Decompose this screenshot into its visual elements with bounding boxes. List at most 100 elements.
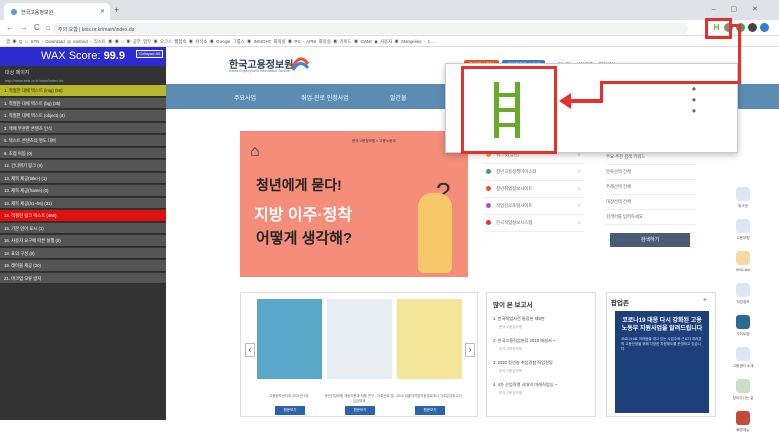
gnb-item[interactable]: 취업·진로 인정사업 xyxy=(301,93,349,102)
service-item[interactable]: 청년고용정책마이스터 ≡ xyxy=(484,164,584,181)
tab-title: 한국고용정보원 xyxy=(21,10,54,16)
book-cover[interactable] xyxy=(327,299,392,379)
quick-item[interactable]: 빠른메뉴 xyxy=(724,411,762,443)
report-item[interactable]: 4. 4차 산업혁명 시대의 미래직업능 ~ xyxy=(493,382,589,388)
report-item[interactable]: 2. 한국고용직업분류 2018 해설서 ~ xyxy=(493,338,589,344)
quick-item[interactable]: 고용센터 소개 xyxy=(724,347,762,379)
wax-item[interactable]: 15. 기본 언어 표시 (1) xyxy=(0,222,166,234)
report-item[interactable]: 1. 한국직업사전 통합본 제5판 xyxy=(493,316,589,322)
report-source: 한국고용정보원 xyxy=(499,391,523,395)
profile-avatar-icon[interactable] xyxy=(760,23,769,32)
wax-item[interactable]: 1. 적절한 대체 텍스트 (bg) (35) xyxy=(0,97,166,109)
wax-item[interactable]: 1. 적절한 대체 텍스트 (img) (56) xyxy=(0,85,166,97)
book-cover[interactable] xyxy=(257,299,322,379)
quick-item[interactable]: 사이트맵 xyxy=(724,315,762,347)
browser-tab[interactable]: 한국고용정보원 ✕ xyxy=(4,3,110,20)
banner-tag: 한국고용정보원 × 고용노동부 xyxy=(352,139,396,143)
search-row[interactable]: 검색어를 입력하세요 xyxy=(606,210,696,225)
browser-tab-bar: 한국고용정보원 ✕ + –▢✕ xyxy=(0,0,779,20)
view-original-button[interactable]: 원문보기 xyxy=(345,406,375,415)
view-original-button[interactable]: 원문보기 xyxy=(275,406,305,415)
book-caption: 고용정보센터의 2021년 6호 xyxy=(269,394,309,398)
arrow-segment xyxy=(570,99,603,103)
view-original-button[interactable]: 원문보기 xyxy=(415,406,445,415)
quick-label: 찾아오시는 길 xyxy=(732,396,754,400)
reports-title: 많이 본 보고서 xyxy=(493,302,533,309)
popup-text: 코로나19로 어려움을 겪고 있는 사업주와 근로자 여러분의 고용안정을 위해… xyxy=(621,337,702,351)
wax-item[interactable]: 3. 색에 무관한 콘텐츠 인식 xyxy=(0,122,166,134)
more-options-icon[interactable]: • • • xyxy=(690,83,698,117)
service-item[interactable]: 직업진로포털사이트 ≡ xyxy=(484,198,584,215)
extension-icon[interactable] xyxy=(748,23,757,32)
report-source: 한국고용정보원 xyxy=(499,325,523,329)
arrow-head-icon xyxy=(559,93,571,109)
wax-collapse-button[interactable]: Collapse All xyxy=(136,50,163,58)
quick-item[interactable]: 워크넷 xyxy=(724,187,762,219)
window-controls[interactable]: –▢✕ xyxy=(712,5,773,13)
wax-panel: WAX Score: 99.9 Collapse All 대상 페이지 http… xyxy=(0,47,166,420)
wax-item[interactable]: 13. 제목 제공(title>) (1) xyxy=(0,172,166,184)
report-item[interactable]: 3. 2020 청년층 취업경험 직업전망 xyxy=(493,360,589,366)
service-icon xyxy=(486,220,491,225)
gnb-item[interactable]: 발간물 xyxy=(390,93,407,102)
wax-item[interactable]: 12. 건너뛰기 링크 (0) xyxy=(0,160,166,172)
wax-item[interactable]: 16. 사용자 요구에 따른 실행 (0) xyxy=(0,235,166,247)
wax-score-value: 99.9 xyxy=(103,50,125,62)
quick-item[interactable]: 고용보험 xyxy=(724,219,762,251)
wax-item[interactable]: 1. 적절한 대체 텍스트 (object) (4) xyxy=(0,110,166,122)
next-arrow-icon[interactable]: › xyxy=(465,343,475,357)
wax-item[interactable]: 19. 레이블 제공 (20) xyxy=(0,260,166,272)
wax-item[interactable]: 18. 표의 구성 (0) xyxy=(0,247,166,259)
extension-highlight-box xyxy=(705,18,732,39)
service-icon xyxy=(486,203,491,208)
quick-item[interactable]: 찾아오시는 길 xyxy=(724,379,762,411)
wax-item[interactable]: 21. 마크업 오류 방지 xyxy=(0,272,166,284)
wax-item[interactable]: 8. 초점 이동 (0) xyxy=(0,147,166,159)
wax-item[interactable]: 5. 텍스트 콘텐츠의 명도 대비 xyxy=(0,135,166,147)
wax-item[interactable]: 14. 적절한 링크 텍스트 (468) xyxy=(0,210,166,222)
service-label: 직업진로포털사이트 xyxy=(496,203,533,208)
main-banner[interactable]: ⌂ 한국고용정보원 × 고용노동부 청년에게 묻다! 지방 이주·정착 어떻게 … xyxy=(240,131,468,277)
book-caption: 2019 대졸자직업이동경로조사 기초분석보고서 xyxy=(396,394,462,398)
banner-line-3: 어떻게 생각해? xyxy=(256,230,353,247)
prev-arrow-icon[interactable]: ‹ xyxy=(245,343,255,357)
popup-image[interactable]: 코로나19 대응 다시 강화된 고용노동부 지원사업을 알려드립니다 코로나19… xyxy=(615,311,709,413)
search-row[interactable]: 대상선택 전체 xyxy=(606,195,696,210)
quick-icon xyxy=(736,283,750,297)
quick-item[interactable]: HRD-Net xyxy=(724,251,762,283)
url-field[interactable]: 주의 요함 | keis.or.kr/main/index.do xyxy=(52,23,688,34)
banner-line-1: 청년에게 묻다! xyxy=(256,177,342,193)
wax-item-list: 1. 적절한 대체 텍스트 (img) (56) 1. 적절한 대체 텍스트 (b… xyxy=(0,85,166,284)
menu-icon: ≡ xyxy=(577,203,580,208)
wax-item[interactable]: 13. 제목 제공(frame) (0) xyxy=(0,185,166,197)
book-cover[interactable] xyxy=(397,299,462,379)
nav-buttons[interactable]: ←→C⌂ xyxy=(6,23,57,32)
address-bar-row: ←→C⌂ 주의 요함 | keis.or.kr/main/index.do H xyxy=(0,20,779,36)
search-row[interactable]: 분류선택 전체 xyxy=(606,165,696,180)
quick-label: 사이트맵 xyxy=(736,332,750,336)
search-row[interactable]: 주제선택 전체 xyxy=(606,180,696,195)
book-caption: 국민건강보험 재정지원과 적용 연구 - 기록근로 및 임금체계 xyxy=(324,394,394,403)
bookmarks-bar[interactable]: 앱 ◉ Q ☆ STN - Download ◎ android - 리스트 ◉… xyxy=(0,36,779,47)
search-button[interactable]: 검색하기 xyxy=(610,233,690,247)
ladder-icon[interactable] xyxy=(490,80,524,140)
menu-icon: ≡ xyxy=(577,220,580,225)
quick-label: HRD-Net xyxy=(735,268,751,272)
arrow-segment xyxy=(600,81,741,84)
wax-score-header: WAX Score: 99.9 Collapse All xyxy=(0,47,166,66)
logo-mark-icon xyxy=(290,57,310,71)
quick-icon xyxy=(736,251,750,265)
close-tab-icon[interactable]: ✕ xyxy=(100,8,105,15)
service-item[interactable]: 한국직업정보시스템 ≡ xyxy=(484,215,584,232)
gnb-item[interactable]: 주요사업 xyxy=(234,93,256,102)
wax-item[interactable]: 13. 제목 제공(h1~h6) (31) xyxy=(0,197,166,209)
quick-item[interactable]: 직업정보 xyxy=(724,283,762,315)
service-icon xyxy=(486,186,491,191)
service-item[interactable]: 청년취업정보사이트 ≡ xyxy=(484,181,584,198)
plus-icon[interactable]: + xyxy=(703,297,707,304)
menu-icon: ≡ xyxy=(577,186,580,191)
report-source: 한국고용정보원 xyxy=(499,369,523,373)
new-tab-button[interactable]: + xyxy=(114,6,119,15)
wax-heading: 대상 페이지 xyxy=(5,70,30,76)
service-list: 워크넷(청년) ≡ 청년고용정책마이스터 ≡ 청년취업정보사이트 ≡ 직업진로포털사이트 ≡ 한… xyxy=(484,147,584,232)
